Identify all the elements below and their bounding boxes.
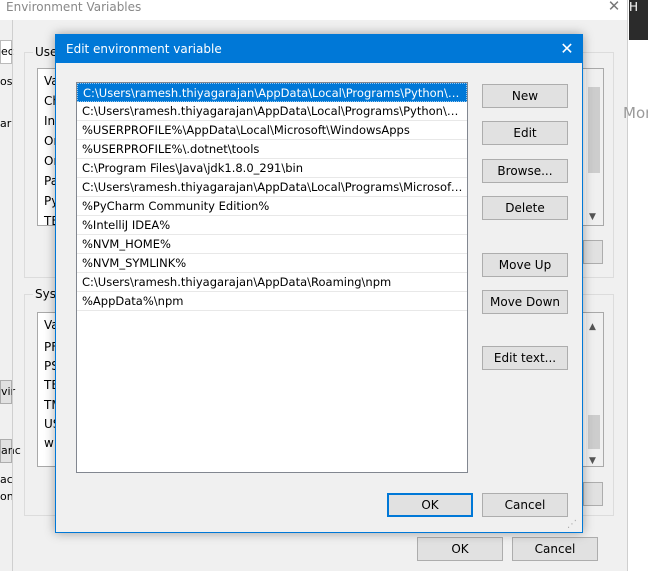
resize-grip-icon[interactable]: ⋰ (567, 519, 579, 531)
right-edge-more-text: Mor (623, 104, 648, 122)
new-button[interactable]: New (482, 84, 568, 108)
user-list-scrollbar[interactable]: ▼ (586, 69, 603, 225)
path-entry-text: %PyCharm Community Edition% (82, 199, 270, 213)
scrollbar-thumb[interactable] (588, 87, 600, 173)
right-edge-app-header: H (629, 0, 648, 40)
path-entry-text: C:\Users\ramesh.thiyagarajan\AppData\Loc… (82, 104, 464, 118)
path-entry-row[interactable]: %NVM_HOME% (77, 235, 467, 254)
bg-close-icon[interactable]: ✕ (605, 0, 623, 14)
path-entry-text: %IntelliJ IDEA% (82, 218, 171, 232)
chevron-down-icon[interactable]: ▼ (589, 451, 596, 466)
bg-ok-button[interactable]: OK (417, 537, 503, 561)
dialog-titlebar: Edit environment variable ✕ (56, 35, 582, 63)
path-entry-row[interactable]: %NVM_SYMLINK% (77, 254, 467, 273)
scrollbar-thumb[interactable] (588, 415, 600, 449)
left-clip-button-1: vir (0, 380, 15, 404)
bg-window-left-border (12, 20, 13, 571)
cancel-button[interactable]: Cancel (482, 493, 568, 517)
path-entries-list[interactable]: C:\Users\ramesh.thiyagarajan\AppData\Loc… (76, 82, 468, 473)
chevron-down-icon[interactable]: ▼ (589, 207, 596, 225)
move-up-button[interactable]: Move Up (482, 253, 568, 277)
path-entry-row[interactable]: C:\Users\ramesh.thiyagarajan\AppData\Roa… (77, 273, 467, 292)
edit-button[interactable]: Edit (482, 121, 568, 145)
left-clip-button-2: anc (0, 439, 21, 463)
edit-environment-variable-dialog: Edit environment variable ✕ C:\Users\ram… (55, 34, 583, 533)
path-entry-text: %USERPROFILE%\.dotnet\tools (82, 142, 260, 156)
path-entry-row[interactable]: %PyCharm Community Edition% (77, 197, 467, 216)
move-down-button[interactable]: Move Down (482, 290, 568, 314)
path-entry-row[interactable]: %USERPROFILE%\.dotnet\tools (77, 140, 467, 159)
path-entry-row[interactable]: C:\Users\ramesh.thiyagarajan\AppData\Loc… (77, 102, 467, 121)
edit-text-button[interactable]: Edit text... (482, 346, 568, 370)
chevron-up-icon[interactable]: ▲ (589, 317, 596, 337)
path-entry-row[interactable]: C:\Users\ramesh.thiyagarajan\AppData\Loc… (77, 83, 467, 102)
ok-button[interactable]: OK (387, 493, 473, 517)
path-entry-text: %NVM_HOME% (82, 237, 171, 251)
path-entry-text: C:\Users\ramesh.thiyagarajan\AppData\Loc… (83, 86, 465, 100)
bg-cancel-button[interactable]: Cancel (512, 537, 598, 561)
path-entry-row[interactable]: %USERPROFILE%\AppData\Local\Microsoft\Wi… (77, 121, 467, 140)
bg-user-button-clip (583, 240, 603, 264)
path-entry-text: %USERPROFILE%\AppData\Local\Microsoft\Wi… (82, 123, 410, 137)
browse-button[interactable]: Browse... (482, 159, 568, 183)
path-entry-text: %NVM_SYMLINK% (82, 256, 187, 270)
path-entry-text: C:\Users\ramesh.thiyagarajan\AppData\Loc… (82, 180, 464, 194)
bg-system-button-clip (583, 482, 603, 506)
left-clip-text-2: os (0, 75, 13, 88)
path-entry-row[interactable]: %IntelliJ IDEA% (77, 216, 467, 235)
path-entry-row[interactable]: %AppData%\npm (77, 292, 467, 311)
right-edge-header-text: H (629, 0, 639, 14)
left-clip-1: ec (0, 40, 14, 64)
left-clip-text-3: ar (0, 117, 12, 130)
dialog-title: Edit environment variable (66, 42, 222, 56)
bg-window-title: Environment Variables (6, 0, 142, 14)
close-icon[interactable]: ✕ (552, 35, 582, 63)
bg-titlebar: Environment Variables ✕ (0, 0, 627, 20)
path-entry-text: %AppData%\npm (82, 294, 184, 308)
left-clip-text-6: ac (0, 473, 13, 486)
path-entry-row[interactable]: C:\Program Files\Java\jdk1.8.0_291\bin (77, 159, 467, 178)
delete-button[interactable]: Delete (482, 196, 568, 220)
left-clip-text-5: anc (1, 444, 21, 457)
system-list-scrollbar[interactable]: ▲ ▼ (586, 313, 603, 466)
path-entry-text: C:\Program Files\Java\jdk1.8.0_291\bin (82, 161, 304, 175)
path-entry-row[interactable]: C:\Users\ramesh.thiyagarajan\AppData\Loc… (77, 178, 467, 197)
path-entry-text: C:\Users\ramesh.thiyagarajan\AppData\Roa… (82, 275, 392, 289)
